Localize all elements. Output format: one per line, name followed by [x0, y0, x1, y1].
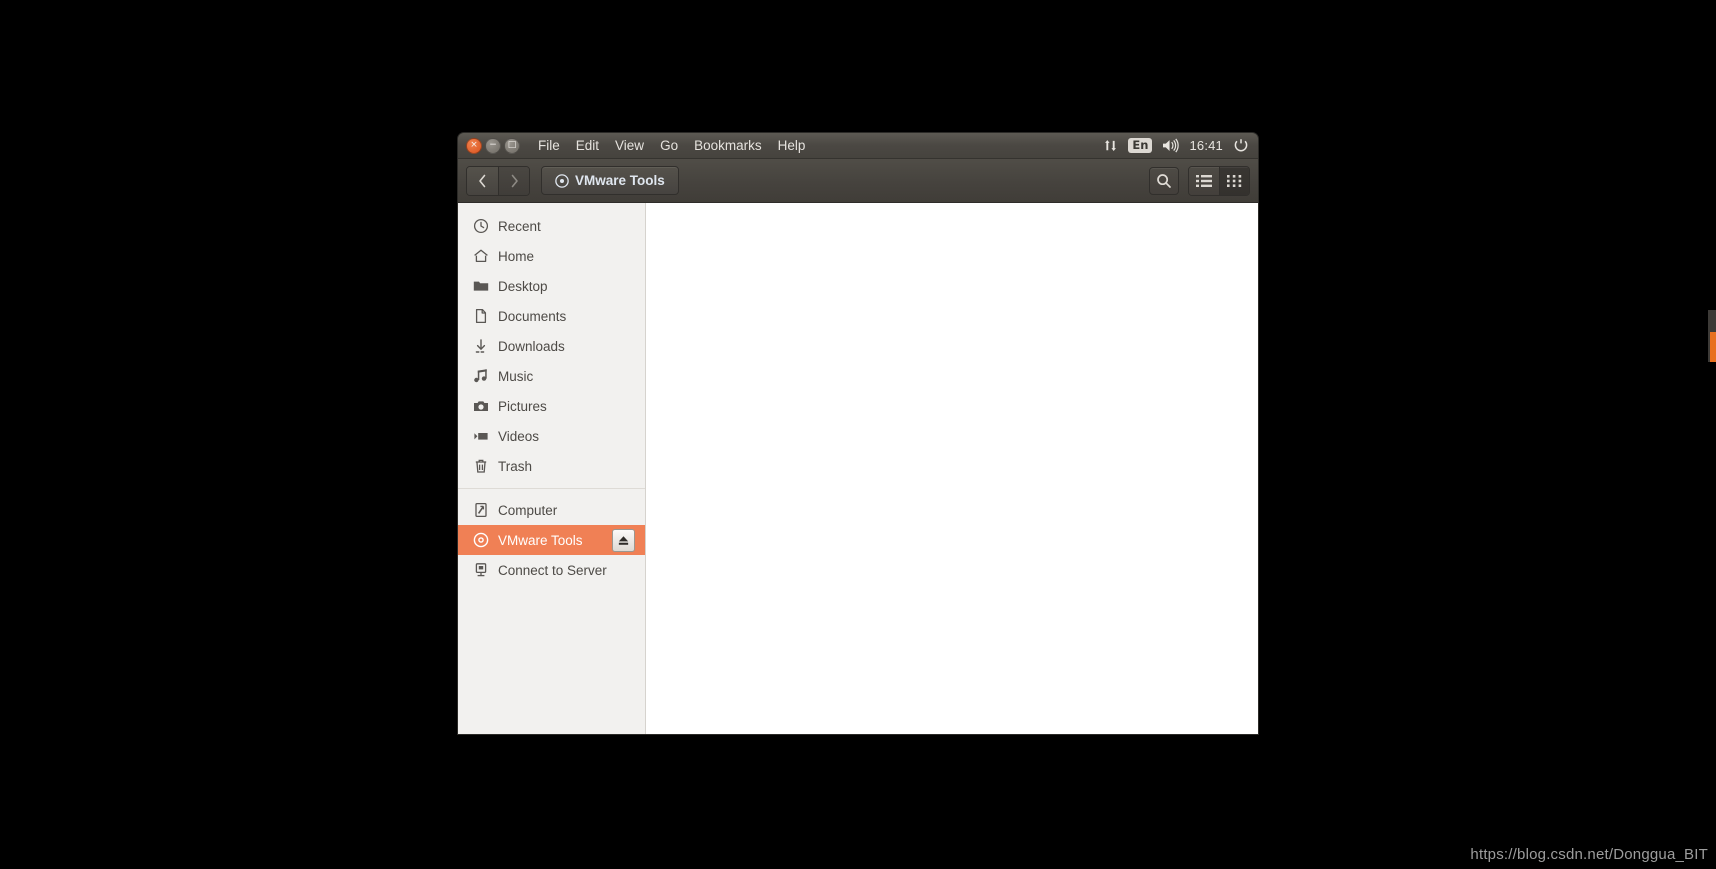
screen-edge-scrollbar[interactable]	[1708, 310, 1716, 362]
sidebar-item-label: Recent	[498, 218, 541, 234]
desktop: A a DVD	[0, 0, 1716, 869]
watermark: https://blog.csdn.net/Donggua_BIT	[1470, 846, 1708, 863]
search-button[interactable]	[1149, 166, 1179, 195]
sidebar-item-music[interactable]: Music	[458, 361, 645, 391]
maximize-button[interactable]: □	[504, 137, 520, 154]
breadcrumb[interactable]: VMware Tools	[541, 166, 679, 195]
chevron-left-icon	[479, 174, 486, 187]
list-view-icon	[1196, 174, 1212, 187]
computer-icon	[472, 502, 489, 519]
sidebar-item-computer[interactable]: Computer	[458, 495, 645, 525]
toolbar-right-buttons	[1149, 165, 1250, 196]
sidebar-item-label: Trash	[498, 458, 533, 474]
menu-bookmarks[interactable]: Bookmarks	[686, 135, 770, 156]
menu-go[interactable]: Go	[652, 135, 686, 156]
clock[interactable]: 16:41	[1189, 138, 1223, 153]
eject-icon	[618, 535, 629, 545]
document-icon	[472, 308, 489, 325]
sidebar-item-connect-to-server[interactable]: Connect to Server	[458, 555, 645, 585]
folder-icon	[472, 278, 489, 295]
window-titlebar: × − □ File Edit View Go Bookmarks Help E…	[458, 133, 1258, 159]
eject-button[interactable]	[612, 528, 635, 552]
navigation-buttons[interactable]	[466, 165, 530, 196]
chevron-right-icon	[511, 174, 518, 187]
list-view-button[interactable]	[1189, 166, 1219, 195]
clock-icon	[472, 218, 489, 235]
close-button[interactable]: ×	[466, 137, 482, 154]
grid-view-button[interactable]	[1219, 166, 1249, 195]
keyboard-layout-indicator[interactable]: En	[1128, 137, 1153, 154]
sidebar-item-label: VMware Tools	[498, 532, 583, 548]
grid-view-icon	[1227, 174, 1242, 187]
sidebar-separator	[458, 488, 645, 489]
sidebar-item-label: Downloads	[498, 338, 565, 354]
home-icon	[472, 248, 489, 265]
sidebar-item-desktop[interactable]: Desktop	[458, 271, 645, 301]
sidebar-item-videos[interactable]: Videos	[458, 421, 645, 451]
places-sidebar[interactable]: Recent Home Desktop Documents Downloads …	[458, 203, 646, 734]
trash-icon	[472, 458, 489, 475]
disc-icon	[472, 532, 489, 549]
sidebar-item-trash[interactable]: Trash	[458, 451, 645, 481]
menu-file[interactable]: File	[530, 135, 568, 156]
download-icon	[472, 338, 489, 355]
sidebar-item-documents[interactable]: Documents	[458, 301, 645, 331]
camera-icon	[472, 398, 489, 415]
menubar[interactable]: File Edit View Go Bookmarks Help	[530, 135, 813, 156]
window-toolbar: VMware Tools	[458, 159, 1258, 203]
view-mode-group[interactable]	[1188, 165, 1250, 196]
sidebar-item-label: Pictures	[498, 398, 547, 414]
server-icon	[472, 562, 489, 579]
search-icon	[1157, 173, 1171, 188]
menu-help[interactable]: Help	[770, 135, 814, 156]
minimize-icon: −	[489, 140, 497, 150]
sidebar-item-recent[interactable]: Recent	[458, 211, 645, 241]
window-body: Recent Home Desktop Documents Downloads …	[458, 203, 1258, 734]
volume-icon[interactable]	[1162, 138, 1180, 153]
music-icon	[472, 368, 489, 385]
minimize-button[interactable]: −	[485, 137, 501, 154]
sidebar-item-label: Desktop	[498, 278, 548, 294]
maximize-icon: □	[507, 140, 517, 150]
video-icon	[472, 428, 489, 445]
sidebar-item-label: Documents	[498, 308, 567, 324]
breadcrumb-label: VMware Tools	[575, 173, 665, 188]
scrollbar-thumb[interactable]	[1710, 332, 1716, 362]
sidebar-item-label: Home	[498, 248, 535, 264]
disc-icon	[555, 173, 569, 188]
file-manager-window: × − □ File Edit View Go Bookmarks Help E…	[458, 133, 1258, 734]
menu-edit[interactable]: Edit	[568, 135, 607, 156]
sidebar-item-pictures[interactable]: Pictures	[458, 391, 645, 421]
sidebar-item-vmware-tools[interactable]: VMware Tools	[458, 525, 645, 555]
menu-view[interactable]: View	[607, 135, 652, 156]
sidebar-item-home[interactable]: Home	[458, 241, 645, 271]
forward-button[interactable]	[498, 166, 529, 195]
sidebar-item-label: Computer	[498, 502, 558, 518]
sidebar-item-downloads[interactable]: Downloads	[458, 331, 645, 361]
window-controls[interactable]: × − □	[458, 137, 526, 154]
sidebar-item-label: Connect to Server	[498, 562, 607, 578]
network-updown-icon[interactable]	[1103, 138, 1118, 153]
sidebar-item-label: Videos	[498, 428, 540, 444]
sidebar-item-label: Music	[498, 368, 534, 384]
file-list-area[interactable]	[646, 203, 1258, 734]
system-indicators[interactable]: En 16:41	[1103, 137, 1258, 154]
back-button[interactable]	[467, 166, 498, 195]
gear-power-icon[interactable]	[1233, 138, 1249, 154]
close-icon: ×	[470, 140, 478, 150]
